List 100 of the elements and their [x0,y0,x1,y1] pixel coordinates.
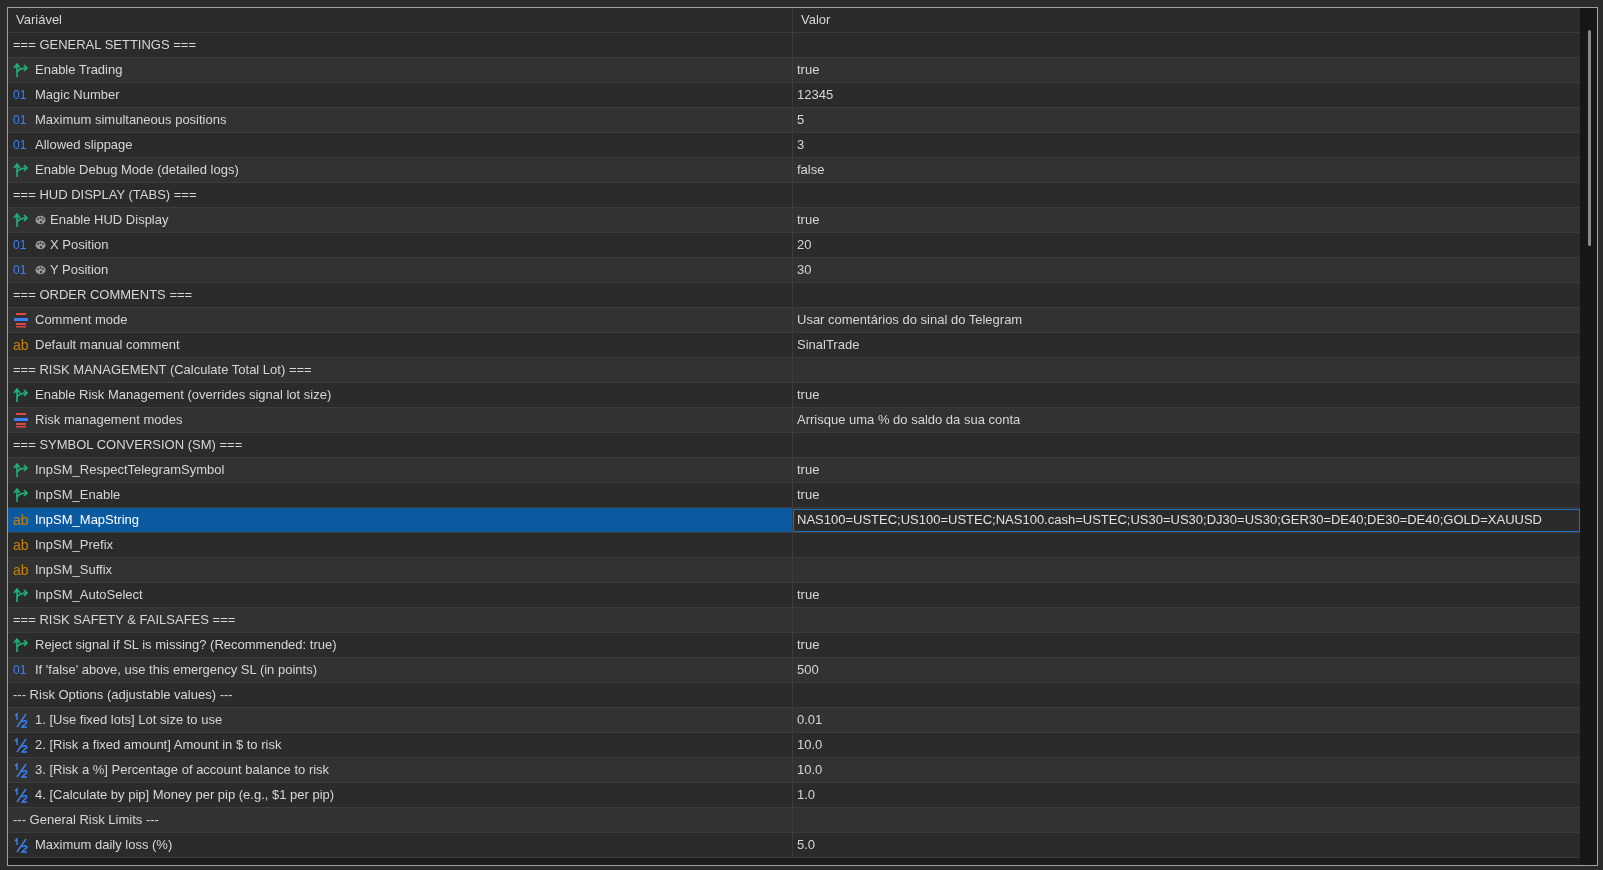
value-cell[interactable]: SinalTrade [793,333,1580,357]
parameter-name-cell[interactable]: 01 If 'false' above, use this emergency SL (in points) [8,658,793,682]
parameter-name: 1. [Use fixed lots] Lot size to use [35,711,223,730]
parameter-name-cell[interactable]: ab Default manual comment [8,333,793,357]
parameter-name-cell[interactable]: === GENERAL SETTINGS === [8,33,793,57]
parameter-name: Maximum daily loss (%) [35,836,173,855]
parameter-name: === SYMBOL CONVERSION (SM) === [13,436,243,455]
parameter-name-cell[interactable]: Enable Trading [8,58,793,82]
parameter-name-cell[interactable]: Enable Risk Management (overrides signal lot size) [8,383,793,407]
parameter-name-cell[interactable]: Maximum daily loss (%) [8,833,793,857]
branch-arrow-icon [13,212,29,228]
parameter-name-cell[interactable]: Risk management modes [8,408,793,432]
parameter-name: Maximum simultaneous positions [35,111,227,130]
parameter-name-cell[interactable]: Enable HUD Display [8,208,793,232]
parameter-name: === ORDER COMMENTS === [13,286,193,305]
branch-arrow-icon [13,162,29,178]
parameter-name: InpSM_Suffix [35,561,113,580]
parameter-name-cell[interactable]: Reject signal if SL is missing? (Recommended: true) [8,633,793,657]
value-cell[interactable] [793,808,1580,832]
value-cell[interactable] [793,433,1580,457]
value-cell[interactable]: true [793,583,1580,607]
parameter-name-cell[interactable]: 01 Allowed slippage [8,133,793,157]
value-cell[interactable]: true [793,58,1580,82]
parameter-name: InpSM_AutoSelect [35,586,143,605]
parameter-name: 2. [Risk a fixed amount] Amount in $ to risk [35,736,282,755]
parameter-name-cell[interactable]: 3. [Risk a %] Percentage of account balance to risk [8,758,793,782]
column-header[interactable]: Variável [16,10,62,30]
value-cell[interactable]: 3 [793,133,1580,157]
parameter-name-cell[interactable]: InpSM_RespectTelegramSymbol [8,458,793,482]
parameter-name: X Position [50,236,109,255]
parameter-name-cell[interactable]: InpSM_AutoSelect [8,583,793,607]
scrollbar-thumb[interactable] [1588,30,1591,246]
parameter-name: InpSM_MapString [35,511,140,530]
value-cell[interactable]: 1.0 [793,783,1580,807]
parameter-name-cell[interactable]: === SYMBOL CONVERSION (SM) === [8,433,793,457]
value-cell[interactable]: true [793,383,1580,407]
value-cell[interactable]: 12345 [793,83,1580,107]
value-cell[interactable]: 0.01 [793,708,1580,732]
parameter-name: InpSM_Enable [35,486,121,505]
parameter-name: Comment mode [35,311,128,330]
value-cell[interactable] [793,608,1580,632]
parameter-name-cell[interactable]: === ORDER COMMENTS === [8,283,793,307]
parameter-name-cell[interactable]: === RISK SAFETY & FAILSAFES === [8,608,793,632]
parameter-name: Enable Debug Mode (detailed logs) [35,161,239,180]
parameter-name-cell[interactable]: InpSM_Enable [8,483,793,507]
parameter-name-cell[interactable]: 1. [Use fixed lots] Lot size to use [8,708,793,732]
column-header[interactable]: Valor [801,10,831,30]
branch-arrow-icon [13,587,29,603]
value-cell[interactable]: 5.0 [793,833,1580,857]
parameter-name-cell[interactable]: 01 Maximum simultaneous positions [8,108,793,132]
value-cell[interactable] [793,33,1580,57]
parameter-name: === HUD DISPLAY (TABS) === [13,186,197,205]
parameter-name: 4. [Calculate by pip] Money per pip (e.g., $1 per pip) [35,786,335,805]
value-cell[interactable] [793,283,1580,307]
value-cell[interactable] [793,533,1580,557]
value-cell[interactable] [793,683,1580,707]
value-cell[interactable]: true [793,208,1580,232]
integer-type-icon: 01 [13,86,29,104]
value-cell[interactable]: 10.0 [793,733,1580,757]
value-cell[interactable]: true [793,458,1580,482]
parameter-name-cell[interactable]: Comment mode [8,308,793,332]
value-cell[interactable]: 20 [793,233,1580,257]
value-input-field[interactable]: NAS100=USTEC;US100=USTEC;NAS100.cash=USTEC;US30=US30;DJ30=US30;GER30=DE40;DE30=DE40;GOLD=XAUUSD [793,508,1580,532]
parameter-name: === RISK MANAGEMENT (Calculate Total Lot) === [13,361,312,380]
parameter-name-cell[interactable]: 01 X Position [8,233,793,257]
value-cell[interactable] [793,558,1580,582]
value-cell[interactable]: 30 [793,258,1580,282]
parameter-name-cell[interactable]: 01 Magic Number [8,83,793,107]
parameter-name-cell[interactable]: 2. [Risk a fixed amount] Amount in $ to risk [8,733,793,757]
parameter-name-cell[interactable]: === HUD DISPLAY (TABS) === [8,183,793,207]
string-type-icon: ab [13,338,29,352]
enum-list-icon [13,312,29,328]
parameter-name-cell[interactable]: --- General Risk Limits --- [8,808,793,832]
parameter-name-cell[interactable]: ab InpSM_Suffix [8,558,793,582]
parameter-name-cell[interactable]: 4. [Calculate by pip] Money per pip (e.g., $1 per pip) [8,783,793,807]
value-cell[interactable]: true [793,633,1580,657]
parameter-name-cell[interactable]: === RISK MANAGEMENT (Calculate Total Lot) === [8,358,793,382]
branch-arrow-icon [13,487,29,503]
parameter-name: Allowed slippage [35,136,133,155]
fraction-icon [13,787,29,803]
value-cell[interactable]: 10.0 [793,758,1580,782]
fraction-icon [13,737,29,753]
parameter-name: === GENERAL SETTINGS === [13,36,197,55]
value-cell[interactable]: 5 [793,108,1580,132]
value-cell[interactable]: Usar comentários do sinal do Telegram [793,308,1580,332]
value-cell[interactable]: Arrisque uma % do saldo da sua conta [793,408,1580,432]
value-cell[interactable]: true [793,483,1580,507]
parameter-name: === RISK SAFETY & FAILSAFES === [13,611,236,630]
parameter-name-cell[interactable]: ab InpSM_MapString [8,508,793,532]
value-cell[interactable]: 500 [793,658,1580,682]
value-cell[interactable] [793,183,1580,207]
parameter-name-cell[interactable]: 01 Y Position [8,258,793,282]
parameter-name-cell[interactable]: ab InpSM_Prefix [8,533,793,557]
fraction-icon [13,762,29,778]
value-cell[interactable] [793,358,1580,382]
parameter-name-cell[interactable]: Enable Debug Mode (detailed logs) [8,158,793,182]
string-type-icon: ab [13,563,29,577]
parameter-name: 3. [Risk a %] Percentage of account balance to risk [35,761,330,780]
value-cell[interactable]: false [793,158,1580,182]
parameter-name-cell[interactable]: --- Risk Options (adjustable values) --- [8,683,793,707]
